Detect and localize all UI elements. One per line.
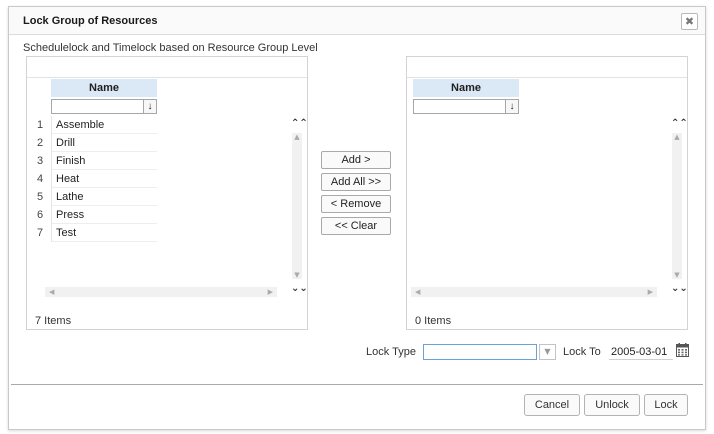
lock-type-label: Lock Type xyxy=(366,346,416,358)
scroll-down-icon[interactable]: ▼ xyxy=(671,271,683,279)
row-name[interactable]: Test xyxy=(51,224,157,242)
selected-groups-grid: Name ↓ xyxy=(411,77,669,289)
table-row[interactable]: 6 Press xyxy=(31,206,161,224)
lock-type-combo-input[interactable] xyxy=(423,344,537,360)
row-number: 3 xyxy=(36,155,44,167)
table-row[interactable]: 2 Drill xyxy=(31,134,161,152)
row-name[interactable]: Press xyxy=(51,206,157,224)
dropdown-arrow-icon[interactable]: ↓ xyxy=(505,100,518,113)
available-groups-grid: Name ↓ 1 Assemble 2 Drill 3 Finish 4 Hea… xyxy=(31,77,289,289)
vertical-scrollbar[interactable]: ⌃⌃ ▲ ▼ ⌄⌄ xyxy=(291,119,308,297)
row-number: 5 xyxy=(36,191,44,203)
scroll-left-icon[interactable]: ◀ xyxy=(49,287,54,297)
scroll-left-icon[interactable]: ◀ xyxy=(415,287,420,297)
scroll-bottom-icon[interactable]: ⌄⌄ xyxy=(291,284,308,294)
lock-group-dialog: Lock Group of Resources ✖ Schedulelock a… xyxy=(8,6,706,430)
table-row[interactable]: 1 Assemble xyxy=(31,116,161,134)
row-name[interactable]: Assemble xyxy=(51,116,157,134)
close-icon[interactable]: ✖ xyxy=(681,13,698,30)
scroll-bottom-icon[interactable]: ⌄⌄ xyxy=(671,284,688,294)
scroll-right-icon[interactable]: ▶ xyxy=(648,287,653,297)
table-row[interactable]: 4 Heat xyxy=(31,170,161,188)
dialog-title: Lock Group of Resources xyxy=(23,15,158,27)
dialog-titlebar: Lock Group of Resources ✖ xyxy=(9,7,705,35)
lock-to-label: Lock To xyxy=(563,346,601,358)
scroll-top-icon[interactable]: ⌃⌃ xyxy=(671,119,688,129)
row-number: 1 xyxy=(36,119,44,131)
column-header-name[interactable]: Name xyxy=(51,79,157,97)
clear-button[interactable]: << Clear xyxy=(321,217,391,235)
row-name[interactable]: Drill xyxy=(51,134,157,152)
table-row[interactable]: 5 Lathe xyxy=(31,188,161,206)
scroll-right-icon[interactable]: ▶ xyxy=(268,287,273,297)
footer-divider xyxy=(11,384,703,385)
lock-to-date-input[interactable] xyxy=(609,344,673,360)
column-header-name[interactable]: Name xyxy=(413,79,519,97)
row-number: 2 xyxy=(36,137,44,149)
selected-groups-panel: Name ↓ ⌃⌃ ▲ ▼ ⌄⌄ ◀ ▶ 0 Items xyxy=(406,56,688,330)
available-groups-panel: Name ↓ 1 Assemble 2 Drill 3 Finish 4 Hea… xyxy=(26,56,308,330)
row-name[interactable]: Finish xyxy=(51,152,157,170)
scrollbar-track[interactable] xyxy=(672,133,682,279)
scrollbar-track[interactable] xyxy=(292,133,302,279)
available-groups-rows: 1 Assemble 2 Drill 3 Finish 4 Heat 5 Lat… xyxy=(31,116,161,242)
vertical-scrollbar[interactable]: ⌃⌃ ▲ ▼ ⌄⌄ xyxy=(671,119,688,297)
table-row[interactable]: 7 Test xyxy=(31,224,161,242)
scroll-top-icon[interactable]: ⌃⌃ xyxy=(291,119,308,129)
row-number: 6 xyxy=(36,209,44,221)
remove-button[interactable]: < Remove xyxy=(321,195,391,213)
name-filter-input[interactable]: ↓ xyxy=(413,99,519,114)
scroll-down-icon[interactable]: ▼ xyxy=(291,271,303,279)
name-filter-input[interactable]: ↓ xyxy=(51,99,157,114)
unlock-button[interactable]: Unlock xyxy=(584,394,640,416)
selected-item-count: 0 Items xyxy=(415,315,452,327)
calendar-icon[interactable] xyxy=(676,343,689,357)
horizontal-scrollbar[interactable]: ◀ ▶ xyxy=(45,287,277,297)
add-all-button[interactable]: Add All >> xyxy=(321,173,391,191)
table-row[interactable]: 3 Finish xyxy=(31,152,161,170)
scroll-up-icon[interactable]: ▲ xyxy=(291,133,303,141)
scroll-up-icon[interactable]: ▲ xyxy=(671,133,683,141)
row-name[interactable]: Heat xyxy=(51,170,157,188)
dialog-subtitle: Schedulelock and Timelock based on Resou… xyxy=(23,42,318,54)
dropdown-arrow-icon[interactable]: ↓ xyxy=(143,100,156,113)
cancel-button[interactable]: Cancel xyxy=(524,394,580,416)
horizontal-scrollbar[interactable]: ◀ ▶ xyxy=(411,287,657,297)
row-name[interactable]: Lathe xyxy=(51,188,157,206)
row-number: 7 xyxy=(36,227,44,239)
available-item-count: 7 Items xyxy=(35,315,72,327)
dropdown-arrow-icon[interactable]: ▼ xyxy=(539,344,556,360)
row-number: 4 xyxy=(36,173,44,185)
lock-button[interactable]: Lock xyxy=(644,394,688,416)
add-button[interactable]: Add > xyxy=(321,151,391,169)
